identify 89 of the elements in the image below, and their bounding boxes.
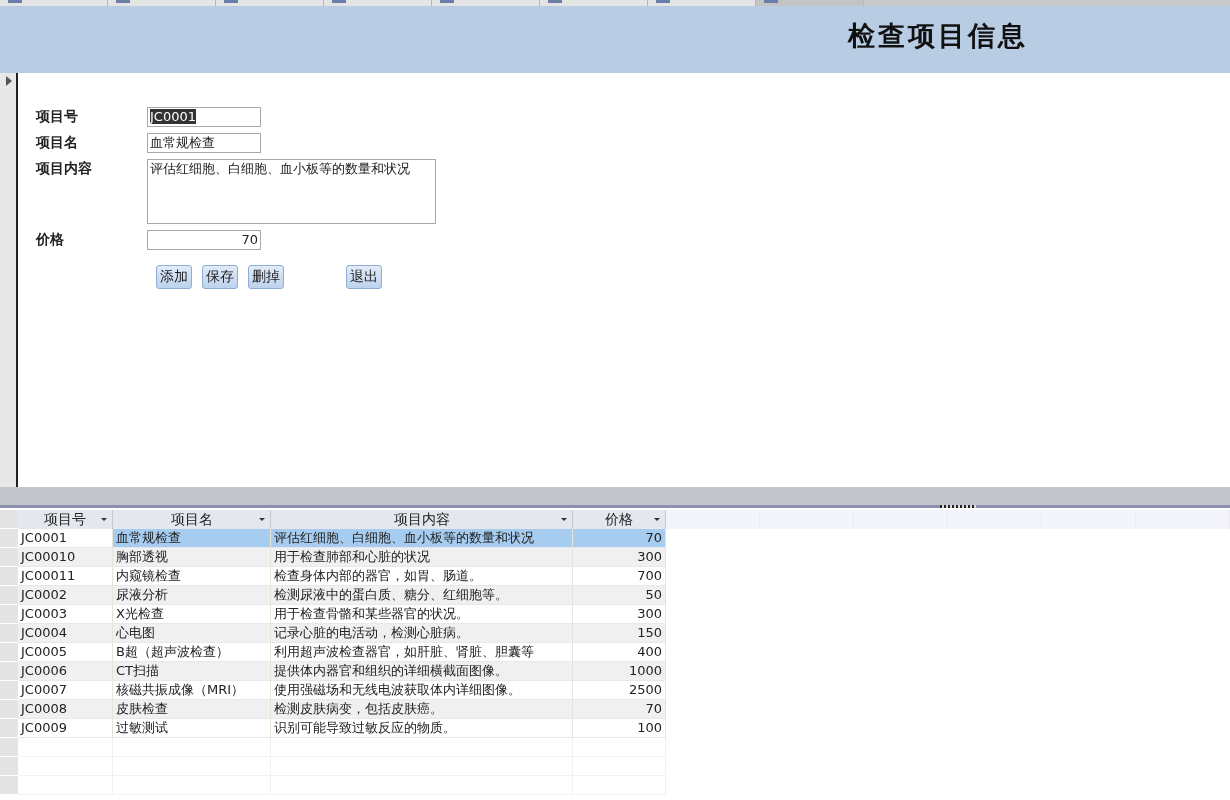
- table-cell: JC00010: [18, 548, 113, 567]
- dropdown-icon[interactable]: [259, 518, 265, 521]
- form-title: 检查项目信息: [848, 19, 1028, 53]
- form-icon: [548, 0, 562, 3]
- document-tab[interactable]: [108, 0, 216, 6]
- form-icon: [764, 0, 778, 3]
- form-button[interactable]: 删掉: [248, 265, 284, 289]
- table-cell: 50: [573, 586, 666, 605]
- table-cell: 心电图: [113, 624, 271, 643]
- column-header[interactable]: 价格: [573, 510, 666, 529]
- table-cell: 150: [573, 624, 666, 643]
- table-cell: 尿液分析: [113, 586, 271, 605]
- field-label: 价格: [36, 230, 65, 249]
- input-field[interactable]: JC0001: [147, 107, 261, 127]
- dropdown-icon[interactable]: [561, 518, 567, 521]
- document-tab[interactable]: [216, 0, 324, 6]
- form-icon: [8, 0, 22, 3]
- table-cell: 70: [573, 700, 666, 719]
- table-cell: 300: [573, 548, 666, 567]
- table-cell: 100: [573, 719, 666, 738]
- row-selector[interactable]: [0, 700, 18, 719]
- field-label: 项目号: [36, 107, 79, 126]
- table-row[interactable]: JC0006 CT扫描 提供体内器官和组织的详细横截面图像。 1000: [0, 662, 666, 681]
- table-cell: 胸部透视: [113, 548, 271, 567]
- arrow-icon: [6, 76, 12, 86]
- row-selector[interactable]: [0, 681, 18, 700]
- form-icon: [116, 0, 130, 3]
- table-cell: CT扫描: [113, 662, 271, 681]
- document-tab[interactable]: [0, 0, 108, 6]
- table-cell: JC0002: [18, 586, 113, 605]
- field-label: 项目名: [36, 133, 79, 152]
- table-cell: 识别可能导致过敏反应的物质。: [271, 719, 573, 738]
- table-cell: 皮肤检查: [113, 700, 271, 719]
- input-field[interactable]: 血常规检查: [147, 133, 261, 153]
- row-selector[interactable]: [0, 605, 18, 624]
- table-row[interactable]: JC0004 心电图 记录心脏的电活动，检测心脏病。 150: [0, 624, 666, 643]
- table-cell: 检测尿液中的蛋白质、糖分、红细胞等。: [271, 586, 573, 605]
- document-tab[interactable]: [432, 0, 540, 6]
- table-cell: 评估红细胞、白细胞、血小板等的数量和状况: [271, 529, 573, 548]
- table-cell: JC0004: [18, 624, 113, 643]
- form-icon: [656, 0, 670, 3]
- column-header[interactable]: 项目内容: [271, 510, 573, 529]
- table-row[interactable]: JC00010 胸部透视 用于检查肺部和心脏的状况 300: [0, 548, 666, 567]
- table-cell: JC0006: [18, 662, 113, 681]
- table-cell: JC0009: [18, 719, 113, 738]
- row-selector[interactable]: [0, 757, 18, 776]
- form-icon: [224, 0, 238, 3]
- column-header[interactable]: 项目名: [113, 510, 271, 529]
- document-tab[interactable]: [324, 0, 432, 6]
- table-cell: 1000: [573, 662, 666, 681]
- input-field[interactable]: 70: [147, 230, 261, 250]
- table-row[interactable]: JC0009 过敏测试 识别可能导致过敏反应的物质。 100: [0, 719, 666, 738]
- table-cell: 70: [573, 529, 666, 548]
- row-selector[interactable]: [0, 567, 18, 586]
- dropdown-icon[interactable]: [101, 518, 107, 521]
- form-button[interactable]: 保存: [202, 265, 238, 289]
- table-cell: 用于检查肺部和心脏的状况: [271, 548, 573, 567]
- row-selector[interactable]: [0, 624, 18, 643]
- table-cell: 过敏测试: [113, 719, 271, 738]
- row-selector[interactable]: [0, 738, 18, 757]
- form-button[interactable]: 添加: [156, 265, 192, 289]
- column-header[interactable]: 项目号: [18, 510, 113, 529]
- text-area[interactable]: 评估红细胞、白细胞、血小板等的数量和状况: [147, 159, 436, 224]
- document-tab[interactable]: [648, 0, 756, 6]
- table-cell: 记录心脏的电活动，检测心脏病。: [271, 624, 573, 643]
- document-tab[interactable]: [540, 0, 648, 6]
- row-selector[interactable]: [0, 643, 18, 662]
- select-all-corner[interactable]: [0, 510, 18, 529]
- form-icon: [440, 0, 454, 3]
- row-selector[interactable]: [0, 662, 18, 681]
- table-cell: 检测皮肤病变，包括皮肤癌。: [271, 700, 573, 719]
- document-tab[interactable]: [756, 0, 864, 6]
- form-button[interactable]: 退出: [346, 265, 382, 289]
- row-selector[interactable]: [0, 548, 18, 567]
- row-selector[interactable]: [0, 529, 18, 548]
- row-selector[interactable]: [0, 776, 18, 795]
- table-row[interactable]: JC0002 尿液分析 检测尿液中的蛋白质、糖分、红细胞等。 50: [0, 586, 666, 605]
- table-row[interactable]: JC0001 血常规检查 评估红细胞、白细胞、血小板等的数量和状况 70: [0, 529, 666, 548]
- table-row[interactable]: JC0008 皮肤检查 检测皮肤病变，包括皮肤癌。 70: [0, 700, 666, 719]
- table-cell: JC0008: [18, 700, 113, 719]
- row-selector[interactable]: [0, 586, 18, 605]
- grip-icon[interactable]: [940, 505, 976, 508]
- field-label: 项目内容: [36, 159, 93, 178]
- record-selector[interactable]: [0, 73, 18, 487]
- table-cell: 血常规检查: [113, 529, 271, 548]
- form-icon: [332, 0, 346, 3]
- row-selector[interactable]: [0, 719, 18, 738]
- dropdown-icon[interactable]: [654, 518, 660, 521]
- table-cell: 提供体内器官和组织的详细横截面图像。: [271, 662, 573, 681]
